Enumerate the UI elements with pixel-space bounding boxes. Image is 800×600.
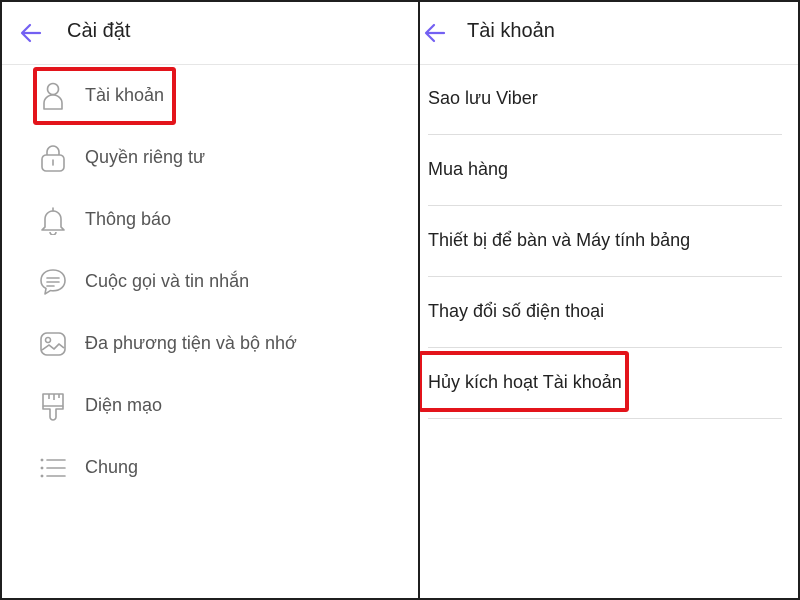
page-title: Tài khoản <box>467 20 555 42</box>
settings-item-label: Tài khoản <box>85 85 165 105</box>
account-item-deactivate[interactable]: Hủy kích hoạt Tài khoản <box>428 348 782 419</box>
account-header: Tài khoản <box>420 0 800 65</box>
settings-item-label: Diện mạo <box>85 395 163 415</box>
arrow-left-icon <box>20 23 42 43</box>
chat-bubble-icon <box>40 269 66 295</box>
account-item-label: Sao lưu Viber <box>428 88 538 108</box>
paintbrush-icon <box>42 393 64 421</box>
bell-icon <box>41 207 65 235</box>
lock-icon <box>41 145 65 172</box>
settings-header: Cài đặt <box>0 0 418 65</box>
image-icon <box>40 332 66 356</box>
back-button[interactable] <box>16 18 46 48</box>
settings-item-label: Chung <box>85 457 139 477</box>
frame-border <box>0 0 2 600</box>
settings-item-label: Thông báo <box>85 209 172 229</box>
settings-item-label: Cuộc gọi và tin nhắn <box>85 271 250 291</box>
settings-item-privacy[interactable]: Quyền riêng tư <box>0 130 418 186</box>
list-icon <box>40 458 66 478</box>
settings-item-media-storage[interactable]: Đa phương tiện và bộ nhớ <box>0 316 418 372</box>
account-item-label: Thay đổi số điện thoại <box>428 301 605 321</box>
settings-item-notifications[interactable]: Thông báo <box>0 192 418 248</box>
account-item-backup[interactable]: Sao lưu Viber <box>428 64 782 135</box>
settings-item-label: Đa phương tiện và bộ nhớ <box>85 333 297 353</box>
settings-item-appearance[interactable]: Diện mạo <box>0 378 418 434</box>
page-title: Cài đặt <box>67 20 131 42</box>
back-button[interactable] <box>420 18 450 48</box>
account-item-label: Thiết bị để bàn và Máy tính bảng <box>428 230 691 250</box>
settings-item-account[interactable]: Tài khoản <box>0 68 418 124</box>
arrow-left-icon <box>424 23 446 43</box>
account-item-label: Hủy kích hoạt Tài khoản <box>428 372 622 392</box>
settings-item-calls-messages[interactable]: Cuộc gọi và tin nhắn <box>0 254 418 310</box>
settings-item-label: Quyền riêng tư <box>85 147 206 167</box>
account-item-purchases[interactable]: Mua hàng <box>428 135 782 206</box>
account-panel: Tài khoản Sao lưu Viber Mua hàng Thiết b… <box>418 0 800 600</box>
frame-border <box>0 0 800 2</box>
person-icon <box>43 82 63 110</box>
settings-panel: Cài đặt Tài khoản Quyền riêng tư Thông b… <box>0 0 418 600</box>
account-item-change-phone[interactable]: Thay đổi số điện thoại <box>428 277 782 348</box>
panel-divider <box>418 0 420 600</box>
settings-item-general[interactable]: Chung <box>0 440 418 496</box>
account-item-desktop-tablet[interactable]: Thiết bị để bàn và Máy tính bảng <box>428 206 782 277</box>
account-item-label: Mua hàng <box>428 159 509 179</box>
